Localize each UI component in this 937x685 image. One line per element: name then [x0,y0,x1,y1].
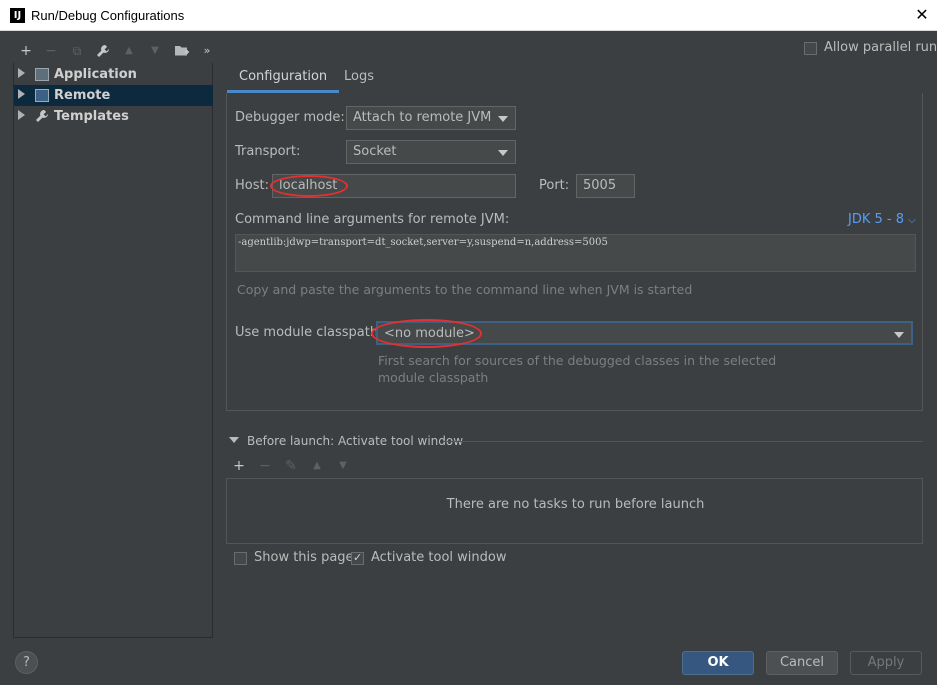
collapse-arrow-icon[interactable] [229,437,239,443]
transport-dropdown[interactable]: Socket [346,140,516,164]
transport-value: Socket [353,144,397,159]
annotation-circle [371,319,482,348]
cmd-args-textarea[interactable]: -agentlib:jdwp=transport=dt_socket,serve… [235,234,916,272]
more-actions-icon[interactable]: » [197,41,217,61]
wrench-icon [35,109,49,127]
application-icon [35,68,49,81]
configurations-tree: Application Remote Templates [13,63,213,638]
cmd-args-label: Command line arguments for remote JVM: [235,212,510,227]
annotation-circle [270,175,348,197]
chevron-down-icon [894,332,904,338]
show-this-page-checkbox[interactable] [234,552,247,565]
window-title: Run/Debug Configurations [31,8,185,23]
copy-configuration-icon[interactable]: ⧉ [67,41,87,61]
module-hint-line-2: module classpath [378,370,489,385]
move-down-icon[interactable]: ▼ [334,458,352,474]
transport-label: Transport: [235,144,301,159]
expand-arrow-icon[interactable] [18,89,25,99]
add-task-button[interactable]: + [230,458,248,474]
tree-item-templates[interactable]: Templates [14,106,213,127]
port-label: Port: [539,178,570,193]
add-configuration-button[interactable]: + [16,41,36,61]
remote-icon [35,89,49,102]
tab-logs[interactable]: Logs [332,66,386,93]
move-down-icon[interactable]: ▼ [145,41,165,61]
tree-item-label: Application [54,67,137,82]
chevron-down-icon [498,116,508,122]
port-field[interactable]: 5005 [576,174,635,198]
debugger-mode-label: Debugger mode: [235,110,345,125]
title-bar: IJ Run/Debug Configurations ✕ [0,0,937,31]
jdk-version-label: JDK 5 - 8 [848,212,904,227]
jdk-version-link[interactable]: JDK 5 - 8 ⌵ [848,212,916,227]
expand-arrow-icon[interactable] [18,68,25,78]
remove-task-button[interactable]: − [256,458,274,474]
show-this-page-label: Show this page [254,550,354,565]
expand-arrow-icon[interactable] [18,110,25,120]
tab-configuration[interactable]: Configuration [227,66,340,93]
activate-tool-window-checkbox[interactable] [351,551,364,565]
edit-defaults-wrench-icon[interactable] [93,41,113,61]
intellij-app-icon: IJ [10,8,25,23]
tree-item-label: Remote [54,88,111,103]
allow-parallel-run-checkbox[interactable] [804,42,817,55]
before-launch-title[interactable]: Before launch: Activate tool window [247,434,463,448]
close-icon[interactable]: ✕ [910,3,934,27]
tree-item-label: Templates [54,109,129,124]
debugger-mode-value: Attach to remote JVM [353,110,492,125]
move-up-icon[interactable]: ▲ [308,458,326,474]
host-label: Host: [235,178,269,193]
chevron-down-icon: ⌵ [908,215,916,226]
before-launch-tasks-list: There are no tasks to run before launch [226,478,923,544]
before-launch-divider [443,441,923,442]
new-folder-icon[interactable] [172,41,192,61]
allow-parallel-run-label: Allow parallel run [824,40,937,55]
remove-configuration-button[interactable]: − [41,41,61,61]
help-button[interactable]: ? [15,651,38,674]
empty-tasks-text: There are no tasks to run before launch [446,497,705,512]
debugger-mode-dropdown[interactable]: Attach to remote JVM [346,106,516,130]
module-hint-line-1: First search for sources of the debugged… [378,353,777,368]
activate-tool-window-label: Activate tool window [371,550,507,565]
move-up-icon[interactable]: ▲ [119,41,139,61]
cmd-args-hint: Copy and paste the arguments to the comm… [237,282,693,297]
chevron-down-icon [498,150,508,156]
module-classpath-label: Use module classpath: [235,325,383,340]
ok-button[interactable]: OK [682,651,754,675]
tree-item-remote[interactable]: Remote [14,85,213,106]
tree-item-application[interactable]: Application [14,64,213,85]
apply-button[interactable]: Apply [850,651,922,675]
cancel-button[interactable]: Cancel [766,651,838,675]
edit-task-icon[interactable]: ✎ [282,458,300,474]
